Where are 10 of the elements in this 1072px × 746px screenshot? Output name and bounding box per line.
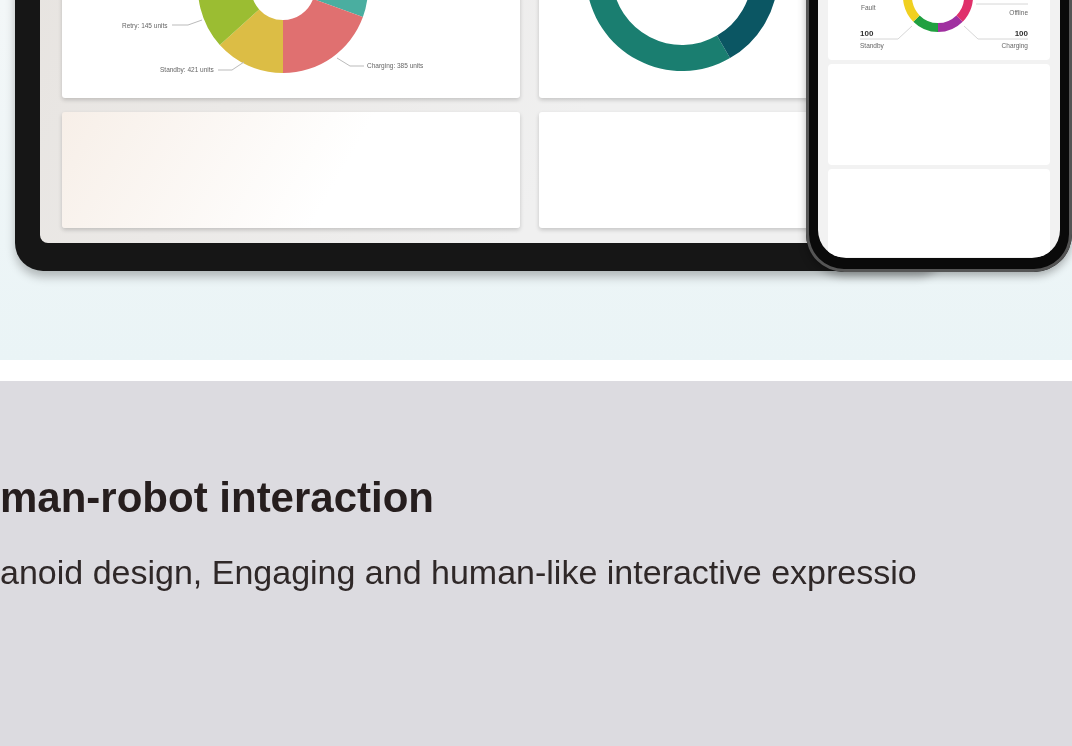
chart-value: 100 bbox=[1014, 29, 1028, 38]
section-subtitle: anoid design, Engaging and human-like interactive expressio bbox=[0, 552, 918, 593]
section-heading: man-robot interaction bbox=[0, 473, 435, 523]
leader-line bbox=[859, 25, 913, 40]
leader-line bbox=[963, 25, 1029, 40]
leader-line bbox=[217, 61, 245, 71]
chart-value: 100 bbox=[860, 29, 874, 38]
ring-chart-drawing bbox=[903, 0, 973, 32]
leader-line bbox=[336, 57, 365, 67]
leader-line bbox=[171, 19, 203, 26]
